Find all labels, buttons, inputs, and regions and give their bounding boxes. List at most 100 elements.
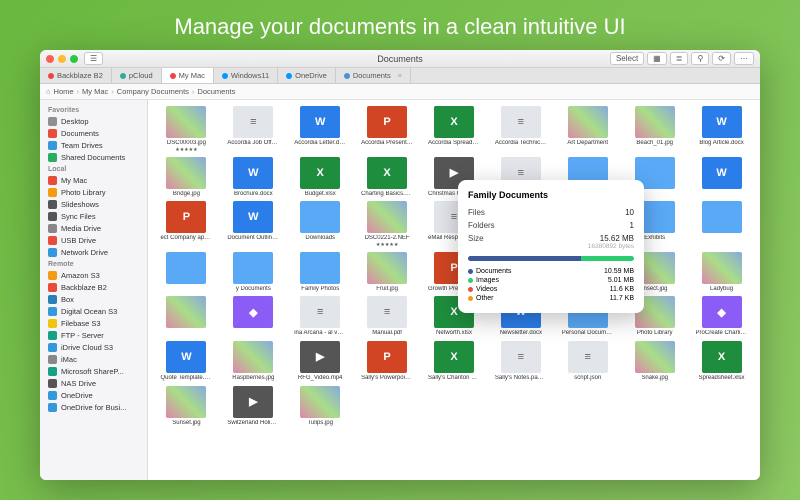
sidebar-item-shared-documents[interactable]: Shared Documents bbox=[40, 151, 147, 163]
file-item[interactable]: DSC0221-2.NEF★★★★★ bbox=[357, 201, 418, 248]
sidebar-item-backblaze-b2[interactable]: Backblaze B2 bbox=[40, 281, 147, 293]
file-item[interactable]: ◆ bbox=[223, 296, 284, 337]
file-thumbnail-icon bbox=[635, 106, 675, 138]
file-item[interactable]: WDocument Outline.docx bbox=[223, 201, 284, 248]
file-item[interactable]: ◆ProCreate Charlie_Chisel.brush bbox=[691, 296, 752, 337]
sidebar-item-photo-library[interactable]: Photo Library bbox=[40, 186, 147, 198]
sidebar-item-imac[interactable]: iMac bbox=[40, 353, 147, 365]
file-item[interactable]: WBrochure.docx bbox=[223, 157, 284, 198]
sidebar-item-label: Digital Ocean S3 bbox=[61, 307, 117, 316]
breadcrumb-item[interactable]: My Mac bbox=[82, 87, 108, 96]
sidebar-item-ftp-server[interactable]: FTP - Server bbox=[40, 329, 147, 341]
file-item[interactable]: ≡Accordia Technical Manual.rtf bbox=[490, 106, 551, 153]
file-item[interactable]: Beach_01.jpg bbox=[624, 106, 685, 153]
tab-my-mac[interactable]: My Mac bbox=[162, 68, 214, 83]
file-item[interactable]: PSally's Powerpoint.pptx bbox=[357, 341, 418, 382]
sidebar-item-desktop[interactable]: Desktop bbox=[40, 115, 147, 127]
view-grid-button[interactable]: ▦ bbox=[647, 52, 667, 65]
breadcrumb-item[interactable]: Company Documents bbox=[117, 87, 189, 96]
file-name: y Documents bbox=[236, 286, 271, 293]
zoom-icon[interactable] bbox=[70, 55, 78, 63]
file-item[interactable]: Family Photos bbox=[290, 252, 351, 293]
tab-close-icon[interactable]: × bbox=[398, 71, 402, 80]
more-button[interactable]: ⋯ bbox=[734, 52, 754, 65]
sidebar-item-onedrive[interactable]: OneDrive bbox=[40, 389, 147, 401]
sidebar-item-idrive-cloud-s3[interactable]: iDrive Cloud S3 bbox=[40, 341, 147, 353]
sidebar-item-filebase-s3[interactable]: Filebase S3 bbox=[40, 317, 147, 329]
file-item[interactable]: XAccordia Spreadsheet.xlsx bbox=[424, 106, 485, 153]
tab-label: pCloud bbox=[129, 71, 153, 80]
select-button[interactable]: Select bbox=[610, 52, 644, 65]
view-list-button[interactable]: ≣ bbox=[670, 52, 689, 65]
file-item[interactable] bbox=[691, 201, 752, 248]
sidebar-item-network-drive[interactable]: Network Drive bbox=[40, 246, 147, 258]
file-item[interactable]: XCharting Basics.xlsx bbox=[357, 157, 418, 198]
minimize-icon[interactable] bbox=[58, 55, 66, 63]
file-item[interactable]: DSC00003.jpg★★★★★ bbox=[156, 106, 217, 153]
file-item[interactable]: WBlog Article.docx bbox=[691, 106, 752, 153]
file-item[interactable]: ≡Manual.pdf bbox=[357, 296, 418, 337]
file-item[interactable]: Art Department bbox=[557, 106, 618, 153]
sidebar-item-sync-files[interactable]: Sync Files bbox=[40, 210, 147, 222]
file-item[interactable]: ▶Switzerland Holiday 2019.mov bbox=[223, 386, 284, 427]
sidebar-item-icon bbox=[48, 391, 57, 400]
sidebar-item-media-drive[interactable]: Media Drive bbox=[40, 222, 147, 234]
sidebar-item-box[interactable]: Box bbox=[40, 293, 147, 305]
tab-windows11[interactable]: Windows11 bbox=[214, 68, 278, 83]
file-item[interactable]: XSally's Chariton Business Plan bbox=[424, 341, 485, 382]
file-item[interactable]: Tulips.jpg bbox=[290, 386, 351, 427]
sidebar-item-label: Documents bbox=[61, 129, 99, 138]
file-item[interactable]: ≡Accordia Job Offer.eml bbox=[223, 106, 284, 153]
file-name: Accordia Job Offer.eml bbox=[227, 140, 279, 147]
file-item[interactable]: ≡Sally's Notes.pages bbox=[490, 341, 551, 382]
sidebar-item-my-mac[interactable]: My Mac bbox=[40, 174, 147, 186]
tab-backblaze-b2[interactable]: Backblaze B2 bbox=[40, 68, 112, 83]
sidebar-item-slideshows[interactable]: Slideshows bbox=[40, 198, 147, 210]
sidebar-item-nas-drive[interactable]: NAS Drive bbox=[40, 377, 147, 389]
sidebar-item-label: Filebase S3 bbox=[61, 319, 101, 328]
sidebar-item-usb-drive[interactable]: USB Drive bbox=[40, 234, 147, 246]
close-icon[interactable] bbox=[46, 55, 54, 63]
file-item[interactable]: Sunset.jpg bbox=[156, 386, 217, 427]
file-item[interactable]: ≡script.json bbox=[557, 341, 618, 382]
home-icon[interactable]: ⌂ bbox=[46, 87, 51, 96]
sidebar-item-documents[interactable]: Documents bbox=[40, 127, 147, 139]
file-item[interactable]: y Documents bbox=[223, 252, 284, 293]
file-thumbnail-icon: ≡ bbox=[300, 296, 340, 328]
file-item[interactable]: Snake.jpg bbox=[624, 341, 685, 382]
sidebar-item-digital-ocean-s3[interactable]: Digital Ocean S3 bbox=[40, 305, 147, 317]
file-item[interactable]: WAccordia Letter.docx bbox=[290, 106, 351, 153]
sidebar-item-label: My Mac bbox=[61, 176, 87, 185]
file-item[interactable]: XBudget.xlsx bbox=[290, 157, 351, 198]
file-item[interactable]: Downloads bbox=[290, 201, 351, 248]
breadcrumb-item[interactable]: Documents bbox=[197, 87, 235, 96]
file-item[interactable]: Raspberries.jpg bbox=[223, 341, 284, 382]
sidebar-item-team-drives[interactable]: Team Drives bbox=[40, 139, 147, 151]
sidebar-item-amazon-s3[interactable]: Amazon S3 bbox=[40, 269, 147, 281]
popover-title: Family Documents bbox=[468, 190, 634, 200]
sidebar-toggle-button[interactable]: ☰ bbox=[84, 52, 103, 65]
file-item[interactable] bbox=[156, 296, 217, 337]
file-item[interactable]: PAccordia Presentation.pptx bbox=[357, 106, 418, 153]
file-item[interactable]: Pect Company apetition.pptx bbox=[156, 201, 217, 248]
sidebar-item-microsoft-sharep-[interactable]: Microsoft ShareP... bbox=[40, 365, 147, 377]
file-item[interactable]: Fruit.jpg bbox=[357, 252, 418, 293]
file-item[interactable]: W bbox=[691, 157, 752, 198]
file-item[interactable]: Bridge.jpg bbox=[156, 157, 217, 198]
breadcrumb-item[interactable]: Home bbox=[54, 87, 74, 96]
filter-button[interactable]: ⚲ bbox=[691, 52, 709, 65]
file-item[interactable]: ▶RFG_Video.mp4 bbox=[290, 341, 351, 382]
sidebar-item-onedrive-for-busi-[interactable]: OneDrive for Busi... bbox=[40, 401, 147, 413]
file-thumbnail-icon bbox=[702, 252, 742, 284]
file-item[interactable]: XSpreadsheet.xlsx bbox=[691, 341, 752, 382]
tab-onedrive[interactable]: OneDrive bbox=[278, 68, 336, 83]
file-thumbnail-icon bbox=[233, 341, 273, 373]
file-thumbnail-icon bbox=[166, 296, 206, 328]
tab-documents[interactable]: Documents× bbox=[336, 68, 411, 83]
file-item[interactable]: Ladybug bbox=[691, 252, 752, 293]
tab-pcloud[interactable]: pCloud bbox=[112, 68, 162, 83]
file-item[interactable] bbox=[156, 252, 217, 293]
refresh-button[interactable]: ⟳ bbox=[712, 52, 731, 65]
file-item[interactable]: ≡ina Arcana - al v2.0.pdf bbox=[290, 296, 351, 337]
file-item[interactable]: WQuote Template.docx bbox=[156, 341, 217, 382]
